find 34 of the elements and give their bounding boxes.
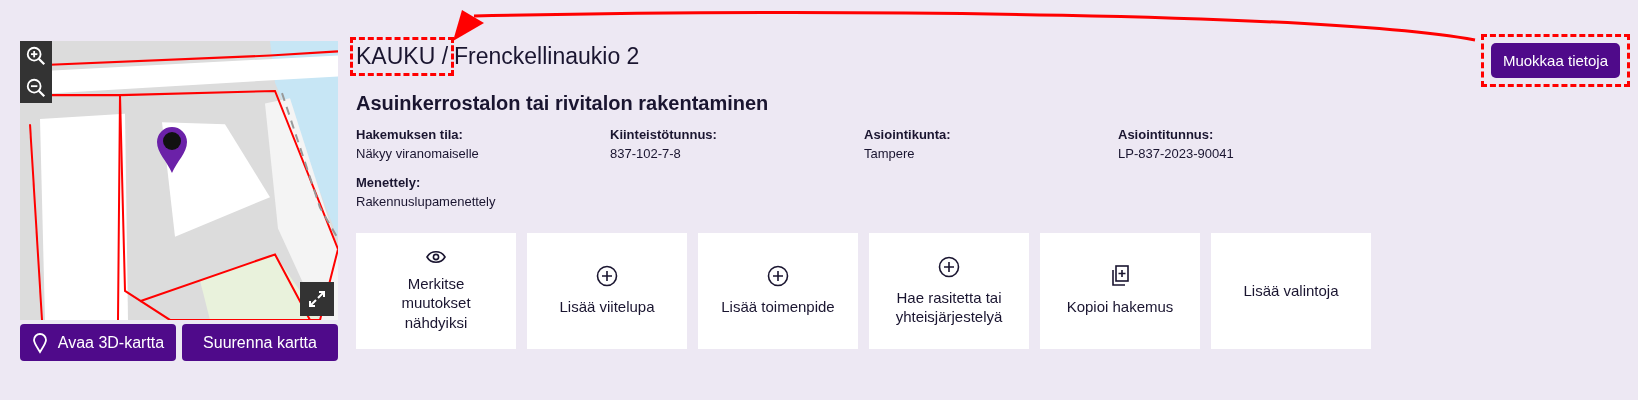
zoom-out-icon — [25, 77, 47, 99]
edit-button[interactable]: Muokkaa tietoja — [1490, 43, 1620, 78]
action-card[interactable]: Lisää toimenpide — [698, 233, 858, 349]
address-heading: Frenckellinaukio 2 — [454, 43, 640, 70]
map-button[interactable]: Avaa 3D-kartta — [20, 324, 176, 361]
plus-circle-icon — [767, 265, 789, 288]
field-label: Asiointikunta: — [864, 127, 952, 142]
field-label: Kiinteistötunnus: — [610, 127, 718, 142]
field-value: Tampere — [864, 146, 916, 161]
field-label: Hakemuksen tila: — [356, 127, 464, 142]
zoom-in-button[interactable] — [25, 45, 47, 67]
zoom-in-icon — [25, 45, 47, 67]
field-value: Näkyy viranomaiselle — [356, 146, 480, 161]
plus-circle-icon — [596, 265, 618, 288]
action-card[interactable]: Lisää valintoja — [1211, 233, 1371, 349]
action-card[interactable]: Merkitse muutokset nähdyiksi — [356, 233, 516, 349]
field-label: Asiointitunnus: — [1118, 127, 1215, 142]
expand-icon — [307, 289, 327, 309]
action-card[interactable]: Hae rasitetta tai yhteisjärjestelyä — [869, 233, 1029, 349]
plus-circle-icon — [938, 255, 960, 278]
map-button[interactable]: Suurenna kartta — [182, 324, 338, 361]
breadcrumb-link[interactable]: KAUKU / — [356, 43, 449, 70]
field-label: Menettely: — [356, 175, 422, 190]
fullscreen-button[interactable] — [300, 282, 334, 316]
eye-icon — [426, 249, 446, 264]
action-card[interactable]: Kopioi hakemus — [1040, 233, 1200, 349]
field-value: LP-837-2023-90041 — [1118, 146, 1235, 161]
field-value: Rakennuslupamenettely — [356, 194, 497, 209]
action-card[interactable]: Lisää viitelupa — [527, 233, 687, 349]
location-pin-icon — [31, 331, 48, 354]
field-value: 837-102-7-8 — [610, 146, 682, 161]
application-title: Asuinkerrostalon tai rivitalon rakentaminen — [356, 92, 770, 115]
copy-icon — [1110, 265, 1130, 288]
zoom-out-button[interactable] — [25, 77, 47, 99]
